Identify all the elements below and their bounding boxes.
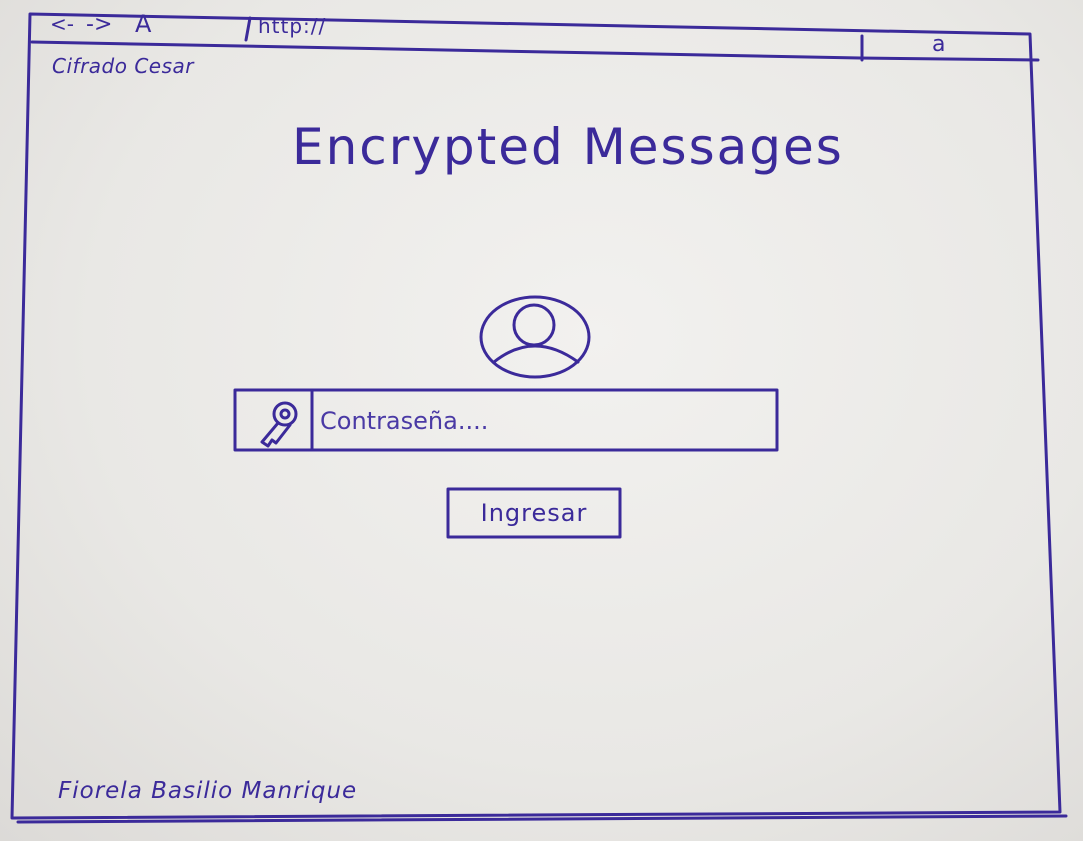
ingresar-button[interactable]: Ingresar [450, 491, 618, 535]
page-heading: Encrypted Messages [292, 118, 844, 176]
password-input[interactable] [318, 397, 772, 445]
site-title: Cifrado Cesar [52, 54, 194, 78]
back-arrow-icon[interactable]: <- [50, 12, 74, 36]
forward-arrow-icon[interactable]: -> [86, 12, 112, 37]
address-bar-separator [244, 16, 252, 42]
address-bar[interactable]: http:// [258, 14, 326, 38]
key-icon [260, 401, 298, 448]
footer-author: Fiorela Basilio Manrique [58, 778, 358, 804]
home-icon[interactable]: A [135, 10, 151, 38]
user-avatar-icon [479, 295, 591, 379]
search-icon[interactable]: a [932, 32, 945, 57]
